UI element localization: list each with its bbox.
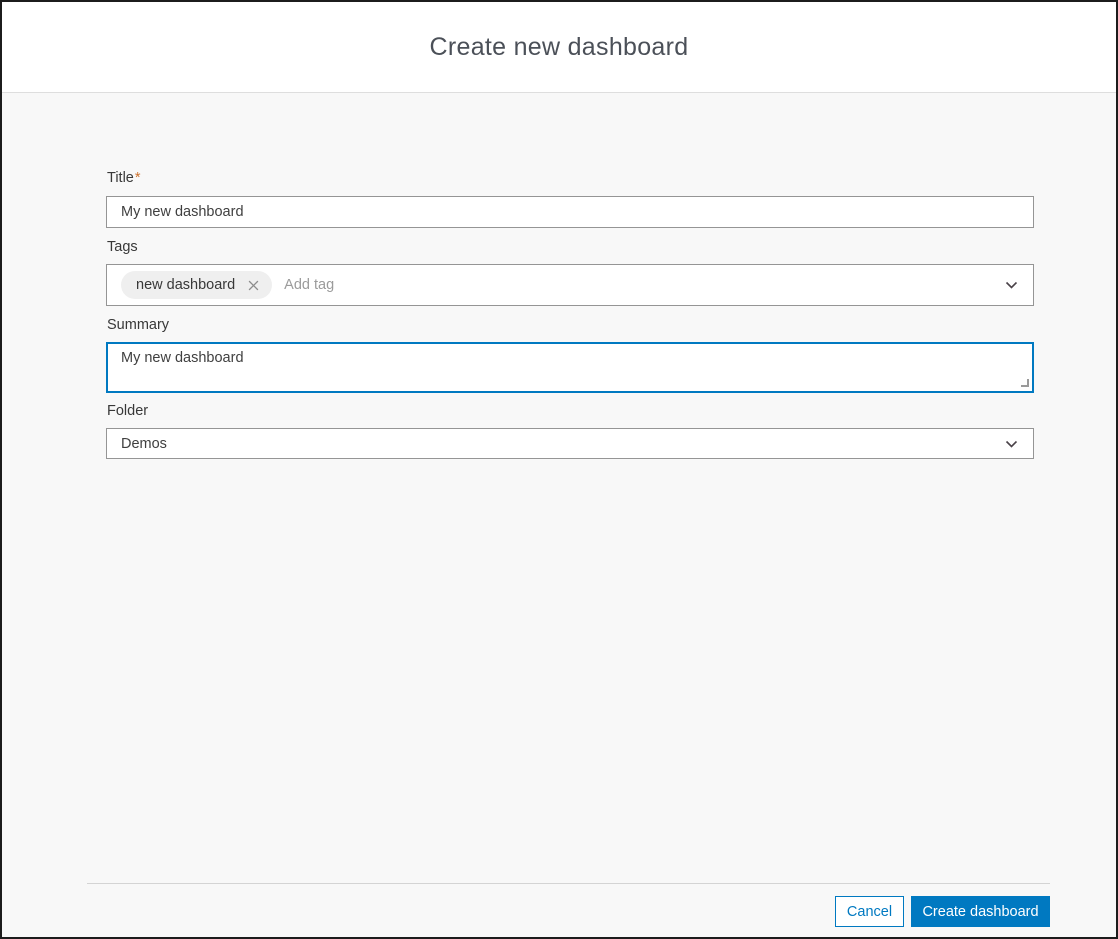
title-label: Title* [107, 170, 141, 186]
chevron-down-icon[interactable] [1005, 281, 1018, 289]
cancel-button[interactable]: Cancel [835, 896, 904, 927]
textarea-resize-handle[interactable] [1021, 379, 1029, 387]
create-dashboard-dialog: Create new dashboard Title* Tags new das… [0, 0, 1118, 939]
title-input[interactable] [106, 196, 1034, 228]
folder-select[interactable]: Demos [106, 428, 1034, 459]
chevron-down-icon [1005, 440, 1018, 448]
required-asterisk: * [135, 170, 141, 186]
add-tag-input[interactable] [284, 277, 1019, 293]
tag-chip-label: new dashboard [136, 277, 235, 293]
tags-label: Tags [107, 239, 138, 255]
tags-combobox[interactable]: new dashboard [106, 264, 1034, 306]
tag-chip: new dashboard [121, 271, 272, 299]
folder-label: Folder [107, 403, 148, 419]
folder-selected-value: Demos [121, 436, 167, 452]
dialog-header: Create new dashboard [2, 2, 1116, 93]
footer-divider [87, 883, 1050, 884]
summary-textarea[interactable]: My new dashboard [106, 342, 1034, 393]
close-icon[interactable] [245, 277, 261, 293]
create-dashboard-button[interactable]: Create dashboard [911, 896, 1050, 927]
dialog-title: Create new dashboard [430, 33, 689, 62]
summary-label: Summary [107, 317, 169, 333]
